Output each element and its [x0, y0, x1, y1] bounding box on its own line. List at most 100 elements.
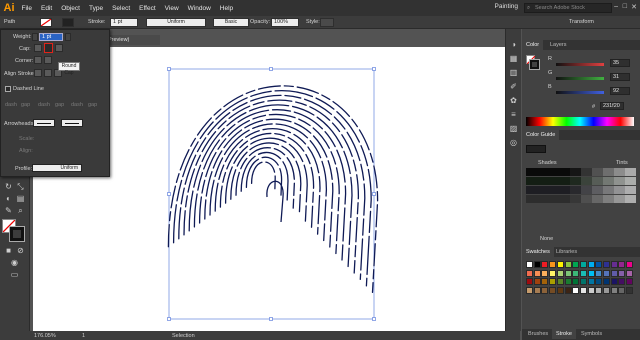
color-swatch[interactable]: [549, 286, 557, 294]
color-swatch[interactable]: [618, 269, 626, 277]
workspace-switcher[interactable]: Painting: [495, 3, 519, 10]
transform-link[interactable]: Transform: [569, 19, 594, 25]
color-swatch[interactable]: [603, 269, 610, 277]
guide-swatch[interactable]: [570, 168, 581, 176]
color-swatch[interactable]: [603, 286, 610, 294]
guide-swatch[interactable]: [548, 168, 559, 176]
maximize-icon[interactable]: □: [623, 3, 627, 10]
color-swatch[interactable]: [549, 261, 557, 268]
arrow-end-select[interactable]: [61, 119, 83, 127]
tab-stroke[interactable]: Stroke: [552, 329, 576, 339]
brushes-icon[interactable]: ✐: [508, 81, 519, 92]
tab-libraries[interactable]: Libraries: [552, 247, 581, 257]
guide-swatch[interactable]: [603, 168, 614, 176]
weight-stepper[interactable]: [32, 33, 38, 41]
color-swatch[interactable]: [541, 269, 549, 277]
color-swatch[interactable]: [626, 261, 634, 268]
color-stroke-swatch[interactable]: [529, 59, 540, 70]
projecting-cap-button[interactable]: [55, 44, 63, 52]
menu-view[interactable]: View: [160, 5, 183, 12]
close-icon[interactable]: ✕: [631, 3, 637, 11]
tab-brushes[interactable]: Brushes: [524, 329, 552, 339]
color-swatch[interactable]: [526, 269, 533, 277]
resize-handle[interactable]: [167, 192, 171, 196]
stroke-icon[interactable]: [9, 226, 25, 242]
color-swatch[interactable]: [610, 286, 618, 294]
color-swatch[interactable]: [533, 286, 541, 294]
color-swatch[interactable]: [626, 278, 634, 285]
resize-handle[interactable]: [269, 317, 273, 321]
color-swatch[interactable]: [556, 261, 564, 268]
variable-width-select[interactable]: Uniform: [146, 18, 206, 27]
current-tool[interactable]: Selection: [172, 333, 195, 339]
style-picker[interactable]: [320, 18, 334, 27]
color-swatch[interactable]: [549, 278, 557, 285]
color-swatch[interactable]: [587, 261, 595, 268]
guide-swatch[interactable]: [526, 168, 537, 176]
color-swatch[interactable]: [556, 278, 564, 285]
color-swatch[interactable]: [541, 286, 549, 294]
guide-swatch[interactable]: [581, 186, 592, 194]
color-swatch[interactable]: [572, 269, 580, 277]
zoom-level[interactable]: 176.05%: [34, 333, 56, 339]
guide-swatch[interactable]: [548, 177, 559, 185]
color-swatch[interactable]: [626, 269, 634, 277]
arrow-start-select[interactable]: [33, 119, 55, 127]
hex-field[interactable]: 231f20: [600, 102, 624, 110]
resize-handle[interactable]: [269, 67, 273, 71]
color-swatch[interactable]: [587, 269, 595, 277]
gradient-panel-icon[interactable]: ▨: [508, 123, 519, 134]
color-swatch[interactable]: [595, 261, 603, 268]
color-swatch[interactable]: [610, 261, 618, 268]
guide-swatch[interactable]: [548, 186, 559, 194]
round-join-button[interactable]: [44, 56, 52, 64]
guide-swatch[interactable]: [537, 195, 548, 203]
resize-handle[interactable]: [167, 67, 171, 71]
rotate-tool-icon[interactable]: ↻: [3, 181, 14, 192]
menu-window[interactable]: Window: [183, 5, 215, 12]
color-swatch[interactable]: [603, 261, 610, 268]
guide-swatch[interactable]: [603, 186, 614, 194]
color-swatch[interactable]: [556, 286, 564, 294]
color-swatch[interactable]: [526, 261, 533, 268]
artboard-number[interactable]: 1: [82, 333, 85, 339]
stroke-swatch[interactable]: [62, 18, 74, 27]
miter-join-button[interactable]: [34, 56, 42, 64]
profile-select[interactable]: Uniform: [32, 164, 82, 172]
menu-file[interactable]: File: [17, 5, 36, 12]
guide-swatch[interactable]: [559, 168, 570, 176]
color-swatch[interactable]: [618, 278, 626, 285]
tab-swatches[interactable]: Swatches: [522, 247, 554, 257]
color-swatch[interactable]: [526, 286, 533, 294]
color-mode-icon[interactable]: ■: [3, 245, 14, 256]
guide-swatch[interactable]: [625, 177, 636, 185]
color-guide-grid[interactable]: [526, 168, 636, 208]
guide-swatch[interactable]: [614, 186, 625, 194]
color-swatch[interactable]: [556, 269, 564, 277]
guide-swatch[interactable]: [625, 168, 636, 176]
guide-swatch[interactable]: [581, 168, 592, 176]
color-swatch[interactable]: [610, 269, 618, 277]
menu-help[interactable]: Help: [215, 5, 237, 12]
tab-color[interactable]: Color: [522, 40, 544, 50]
channel-r-value[interactable]: 35: [610, 59, 630, 67]
guide-swatch[interactable]: [526, 177, 537, 185]
color-swatch[interactable]: [579, 286, 587, 294]
align-center-button[interactable]: [34, 69, 42, 77]
resize-handle[interactable]: [372, 317, 376, 321]
tab-symbols[interactable]: Symbols: [577, 329, 606, 339]
guide-swatch[interactable]: [570, 186, 581, 194]
channel-b-value[interactable]: 92: [610, 87, 630, 95]
color-swatch[interactable]: [579, 278, 587, 285]
color-swatch[interactable]: [587, 286, 595, 294]
color-swatch[interactable]: [533, 278, 541, 285]
fingerprint-ridge[interactable]: [250, 161, 276, 190]
tab-layers[interactable]: Layers: [546, 40, 571, 50]
color-swatch[interactable]: [533, 261, 541, 268]
channel-b-slider[interactable]: [556, 91, 604, 94]
search-input[interactable]: ⌕ Search Adobe Stock: [524, 3, 612, 13]
color-swatch[interactable]: [603, 278, 610, 285]
guide-swatch[interactable]: [625, 195, 636, 203]
color-swatch[interactable]: [626, 286, 634, 294]
guide-swatch[interactable]: [614, 195, 625, 203]
